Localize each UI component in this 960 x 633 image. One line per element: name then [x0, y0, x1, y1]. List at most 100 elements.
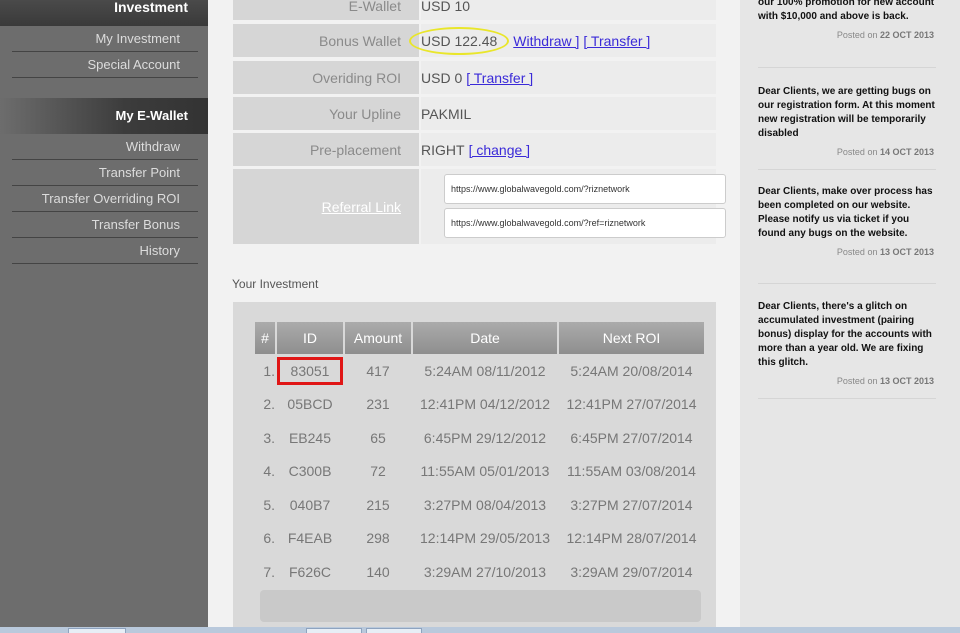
referral-url-input-2[interactable]: https://www.globalwavegold.com/?ref=rizn… [444, 208, 726, 238]
table-row: 7. F626C 140 3:29AM 27/10/2013 3:29AM 29… [255, 555, 704, 589]
upline-value: PAKMIL [421, 97, 716, 130]
investment-table-panel: # ID Amount Date Next ROI 1. 83051 417 5… [233, 302, 716, 627]
row-number: 7. [263, 563, 275, 580]
bonus-amount: USD 122.48 [409, 26, 510, 55]
sidebar-item-withdraw[interactable]: Withdraw [12, 134, 198, 160]
sidebar-item-special-account[interactable]: Special Account [12, 52, 198, 78]
upline-label: Your Upline [233, 97, 419, 130]
col-date: Date [413, 322, 557, 354]
taskbar-button[interactable] [366, 628, 422, 633]
news-item: Dear Clients, make over process has been… [758, 185, 936, 284]
posted-label: Posted on [836, 147, 878, 157]
news-panel: our 100% promotion for new account with … [740, 0, 960, 627]
row-amount: 140 [366, 563, 390, 580]
news-date: Posted on 13 OCT 2013 [758, 376, 936, 386]
investment-section-title: Your Investment [232, 277, 319, 291]
news-text: Dear Clients, there's a glitch on accumu… [758, 301, 932, 368]
sidebar-item-transfer-bonus[interactable]: Transfer Bonus [12, 212, 198, 238]
table-footer-bar [260, 590, 701, 622]
row-overiding-roi: Overiding ROI USD 0 [ Transfer ] [233, 61, 716, 94]
posted-label: Posted on [836, 30, 878, 40]
ewallet-amount: USD 10 [421, 0, 471, 14]
table-row: 3. EB245 65 6:45PM 29/12/2012 6:45PM 27/… [255, 421, 704, 455]
overiding-transfer-link[interactable]: [ Transfer ] [466, 70, 533, 86]
col-id: ID [277, 322, 343, 354]
row-id: EB245 [288, 429, 332, 446]
row-next-roi: 11:55AM 03/08/2014 [567, 463, 696, 480]
news-item: Dear Clients, there's a glitch on accumu… [758, 300, 936, 399]
row-number: 4. [263, 463, 275, 480]
sidebar-item-history[interactable]: History [12, 238, 198, 264]
withdraw-link[interactable]: Withdraw ] [513, 33, 579, 49]
row-number: 5. [263, 496, 275, 513]
row-next-roi: 5:24AM 20/08/2014 [570, 362, 693, 379]
sidebar-item-my-investment[interactable]: My Investment [12, 26, 198, 52]
row-date: 5:24AM 08/11/2012 [424, 362, 546, 379]
table-header-row: # ID Amount Date Next ROI [255, 322, 704, 354]
row-ewallet: E-Wallet USD 10 [233, 0, 716, 20]
row-amount: 65 [370, 429, 386, 446]
sidebar-header-investment: Investment [0, 0, 208, 26]
posted-label: Posted on [836, 247, 878, 257]
row-date: 3:29AM 27/10/2013 [423, 563, 547, 580]
sidebar-item-transfer-point[interactable]: Transfer Point [12, 160, 198, 186]
row-id: 83051 [277, 354, 343, 388]
row-date: 12:14PM 29/05/2013 [420, 530, 550, 547]
main-content: E-Wallet USD 10 Bonus Wallet USD 122.48 … [208, 0, 740, 627]
news-date: Posted on 14 OCT 2013 [758, 147, 936, 157]
row-id: 05BCD [287, 396, 333, 413]
row-date: 3:27PM 08/04/2013 [423, 496, 547, 513]
taskbar-button[interactable] [306, 628, 362, 633]
news-date: Posted on 22 OCT 2013 [758, 30, 936, 40]
table-row: 6. F4EAB 298 12:14PM 29/05/2013 12:14PM … [255, 522, 704, 556]
sidebar-item-transfer-overriding-roi[interactable]: Transfer Overriding ROI [12, 186, 198, 212]
row-id: F4EAB [287, 530, 333, 547]
posted-label: Posted on [836, 376, 878, 386]
posted-date: 13 OCT 2013 [879, 376, 934, 386]
news-item: our 100% promotion for new account with … [758, 0, 936, 68]
news-text: our 100% promotion for new account with … [758, 0, 935, 22]
referral-link[interactable]: Referral Link [322, 199, 401, 215]
taskbar-button[interactable] [68, 628, 126, 633]
highlighted-id: 83051 [277, 356, 343, 385]
ewallet-value: USD 10 [421, 0, 716, 20]
row-referral: Referral Link https://www.globalwavegold… [233, 169, 726, 244]
sidebar-section-my-ewallet: My E-Wallet [0, 98, 208, 134]
row-next-roi: 12:41PM 27/07/2014 [566, 396, 697, 413]
row-number: 6. [263, 530, 275, 547]
referral-url-input-1[interactable]: https://www.globalwavegold.com/?riznetwo… [444, 174, 726, 204]
overiding-roi-label: Overiding ROI [233, 61, 419, 94]
overiding-amount: USD 0 [421, 69, 463, 86]
posted-date: 13 OCT 2013 [879, 247, 934, 257]
preplacement-label: Pre-placement [233, 133, 419, 166]
table-row: 4. C300B 72 11:55AM 05/01/2013 11:55AM 0… [255, 455, 704, 489]
row-number: 2. [263, 396, 275, 413]
row-amount: 72 [370, 463, 386, 480]
row-next-roi: 12:14PM 28/07/2014 [566, 530, 697, 547]
row-id: C300B [288, 463, 332, 480]
news-text: Dear Clients, make over process has been… [758, 186, 933, 239]
row-preplacement: Pre-placement RIGHT [ change ] [233, 133, 716, 166]
change-link[interactable]: [ change ] [469, 142, 531, 158]
upline-name: PAKMIL [421, 105, 472, 122]
row-number: 3. [263, 429, 275, 446]
preplacement-side: RIGHT [421, 141, 465, 158]
posted-date: 22 OCT 2013 [879, 30, 934, 40]
table-row: 5. 040B7 215 3:27PM 08/04/2013 3:27PM 27… [255, 488, 704, 522]
news-text: Dear Clients, we are getting bugs on our… [758, 86, 935, 139]
os-taskbar [0, 627, 960, 633]
row-amount: 298 [366, 530, 390, 547]
bonus-wallet-value: USD 122.48 Withdraw ] [ Transfer ] [409, 24, 716, 57]
preplacement-value: RIGHT [ change ] [421, 133, 716, 166]
table-row: 2. 05BCD 231 12:41PM 04/12/2012 12:41PM … [255, 388, 704, 422]
investment-table: # ID Amount Date Next ROI 1. 83051 417 5… [253, 322, 706, 589]
bonus-transfer-link[interactable]: [ Transfer ] [583, 33, 650, 49]
col-amount: Amount [345, 322, 411, 354]
sidebar: Investment My Investment Special Account… [0, 0, 208, 627]
row-next-roi: 3:29AM 29/07/2014 [570, 563, 693, 580]
table-row: 1. 83051 417 5:24AM 08/11/2012 5:24AM 20… [255, 354, 704, 388]
ewallet-label: E-Wallet [233, 0, 419, 20]
row-amount: 215 [366, 496, 390, 513]
news-date: Posted on 13 OCT 2013 [758, 247, 936, 257]
news-item: Dear Clients, we are getting bugs on our… [758, 85, 936, 170]
